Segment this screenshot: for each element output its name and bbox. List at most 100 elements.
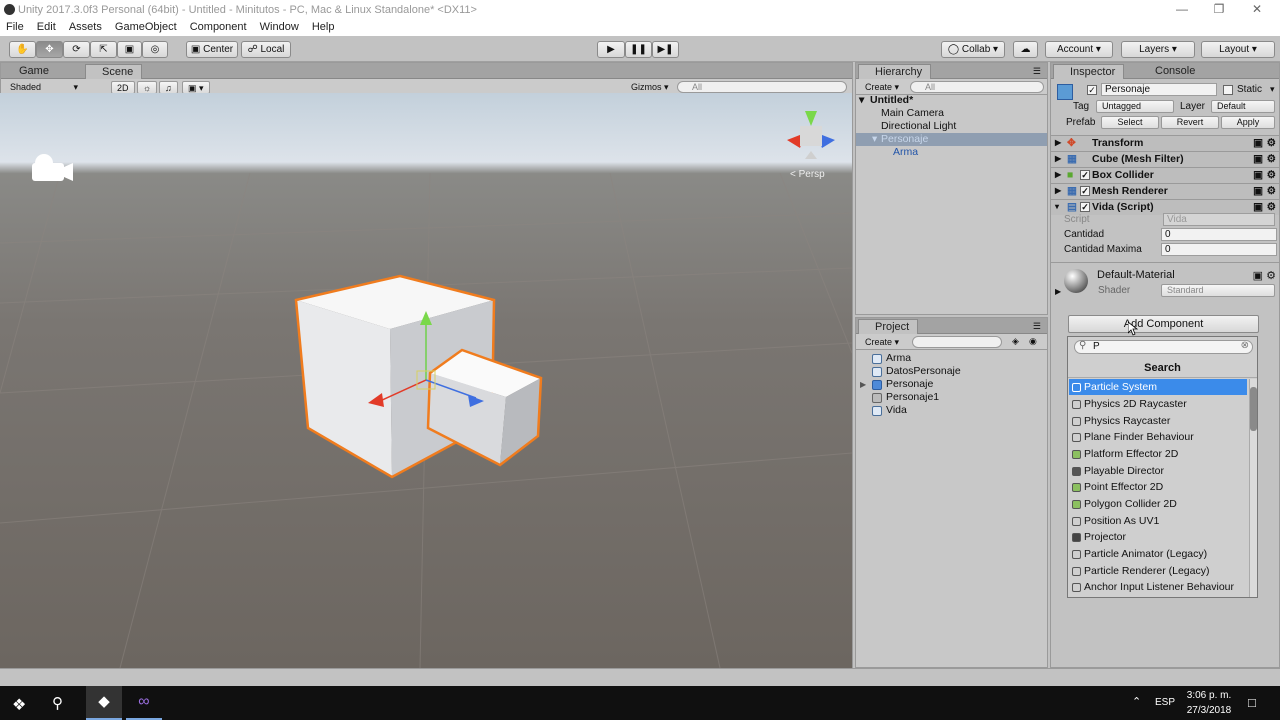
menu-file[interactable]: File [0, 20, 28, 33]
help-icon[interactable]: ▣ [1253, 269, 1263, 282]
rect-tool-icon[interactable]: ▣ [117, 41, 142, 58]
component-mesh-filter[interactable]: ▶ ▦ Cube (Mesh Filter) ▣ ⚙ [1051, 151, 1279, 167]
transform-tool-icon[interactable]: ◎ [142, 41, 168, 58]
tab-hierarchy[interactable]: Hierarchy [858, 64, 932, 79]
tab-project[interactable]: Project [858, 319, 919, 334]
hierarchy-search-input[interactable]: All [910, 81, 1044, 93]
result-particle-renderer-legacy[interactable]: Particle Renderer (Legacy) [1069, 563, 1247, 579]
layer-dropdown[interactable]: Default [1211, 100, 1275, 113]
project-menu-icon[interactable]: ☰ [1033, 321, 1041, 332]
result-particle-animator-legacy[interactable]: Particle Animator (Legacy) [1069, 546, 1247, 562]
component-transform[interactable]: ▶ ✥ Transform ▣ ⚙ [1051, 135, 1279, 151]
notifications-icon[interactable]: □ [1248, 695, 1256, 710]
collab-button[interactable]: ◯ Collab ▾ [941, 41, 1005, 58]
component-enabled-checkbox[interactable]: ✓ [1080, 202, 1090, 212]
rotate-tool-icon[interactable]: ⟳ [63, 41, 90, 58]
project-search-input[interactable] [912, 336, 1002, 348]
scale-tool-icon[interactable]: ⇱ [90, 41, 117, 58]
scene-viewport[interactable]: < Persp [0, 93, 852, 668]
tag-dropdown[interactable]: Untagged [1096, 100, 1174, 113]
filter-type-icon[interactable]: ◈ [1012, 336, 1019, 347]
expand-arrow-icon[interactable]: ▶ [1055, 287, 1061, 296]
tab-console[interactable]: Console [1139, 64, 1203, 79]
scrollbar-thumb[interactable] [1250, 387, 1257, 431]
active-checkbox[interactable]: ✓ [1087, 85, 1097, 95]
hand-tool-icon[interactable]: ✋ [9, 41, 36, 58]
cantidad-field[interactable]: 0 [1161, 228, 1277, 241]
expand-arrow-icon[interactable]: ▾ [872, 133, 877, 146]
menu-component[interactable]: Component [184, 20, 251, 33]
component-box-collider[interactable]: ▶ ■ ✓ Box Collider ▣ ⚙ [1051, 167, 1279, 183]
component-search-input[interactable]: ⚲ P ⊗ [1074, 340, 1253, 354]
cloud-icon[interactable]: ☁ [1013, 41, 1038, 58]
result-position-as-uv1[interactable]: Position As UV1 [1069, 513, 1247, 529]
result-plane-finder-behaviour[interactable]: Plane Finder Behaviour [1069, 429, 1247, 445]
maximize-icon[interactable]: ❐ [1204, 2, 1234, 18]
menu-gameobject[interactable]: GameObject [109, 20, 181, 33]
gear-icon[interactable]: ⚙ [1267, 136, 1276, 150]
gear-icon[interactable]: ⚙ [1266, 269, 1276, 282]
project-item-personaje[interactable]: ▶ Personaje [860, 378, 933, 391]
expand-arrow-icon[interactable]: ▶ [860, 378, 866, 391]
step-button[interactable]: ▶❚ [652, 41, 679, 58]
cantidad-maxima-field[interactable]: 0 [1161, 243, 1277, 256]
help-icon[interactable]: ▣ [1253, 136, 1263, 150]
static-checkbox[interactable] [1223, 85, 1233, 95]
menu-edit[interactable]: Edit [31, 20, 60, 33]
result-physics-raycaster[interactable]: Physics Raycaster [1069, 413, 1247, 429]
scene-search-input[interactable]: All [677, 81, 847, 93]
windows-start-icon[interactable]: ❖ [12, 695, 26, 715]
tab-scene[interactable]: Scene [85, 64, 143, 79]
object-name-field[interactable]: Personaje [1101, 83, 1217, 96]
gear-icon[interactable]: ⚙ [1267, 200, 1276, 214]
play-button[interactable]: ▶ [597, 41, 625, 58]
layout-dropdown[interactable]: Layout ▾ [1201, 41, 1275, 58]
result-platform-effector-2d[interactable]: Platform Effector 2D [1069, 446, 1247, 462]
project-create-dropdown[interactable]: Create ▾ [860, 336, 904, 349]
layers-dropdown[interactable]: Layers ▾ [1121, 41, 1195, 58]
chevron-up-icon[interactable]: ⌃ [1132, 695, 1141, 708]
hierarchy-menu-icon[interactable]: ☰ [1033, 66, 1041, 77]
result-projector[interactable]: Projector [1069, 529, 1247, 545]
component-enabled-checkbox[interactable]: ✓ [1080, 186, 1090, 196]
result-anchor-input-listener-behaviour[interactable]: Anchor Input Listener Behaviour [1069, 579, 1247, 595]
gear-icon[interactable]: ⚙ [1267, 168, 1276, 182]
tab-game[interactable]: Game [3, 64, 57, 79]
gear-icon[interactable]: ⚙ [1267, 184, 1276, 198]
persp-label[interactable]: < Persp [790, 169, 825, 180]
move-tool-icon[interactable]: ✥ [36, 41, 63, 58]
pause-button[interactable]: ❚❚ [625, 41, 652, 58]
result-polygon-collider-2d[interactable]: Polygon Collider 2D [1069, 496, 1247, 512]
result-point-effector-2d[interactable]: Point Effector 2D [1069, 479, 1247, 495]
shader-dropdown[interactable]: Standard [1161, 284, 1275, 297]
hierarchy-item-personaje[interactable]: ▾ Personaje [856, 133, 1047, 146]
add-component-button[interactable]: Add Component [1068, 315, 1259, 333]
hierarchy-create-dropdown[interactable]: Create ▾ [860, 81, 904, 94]
prefab-select-button[interactable]: Select [1101, 116, 1159, 129]
help-icon[interactable]: ▣ [1253, 184, 1263, 198]
menu-window[interactable]: Window [254, 20, 303, 33]
static-dropdown-icon[interactable]: ▾ [1270, 84, 1275, 95]
visual-studio-taskbar-icon[interactable]: ∞ [126, 686, 162, 720]
minimize-icon[interactable]: — [1167, 2, 1197, 18]
expand-arrow-icon[interactable]: ▾ [859, 94, 864, 107]
gear-icon[interactable]: ⚙ [1267, 152, 1276, 166]
clock-time[interactable]: 3:06 p. m. [1185, 690, 1233, 701]
search-icon[interactable]: ⚲ [52, 694, 63, 712]
project-item-vida[interactable]: Vida [872, 404, 907, 417]
prefab-revert-button[interactable]: Revert [1161, 116, 1219, 129]
result-playable-director[interactable]: Playable Director [1069, 463, 1247, 479]
project-item-datospersonaje[interactable]: DatosPersonaje [872, 365, 961, 378]
scene-root-row[interactable]: ▾ Untitled* [856, 94, 1047, 107]
help-icon[interactable]: ▣ [1253, 152, 1263, 166]
pivot-center-button[interactable]: ▣ Center [186, 41, 238, 58]
help-icon[interactable]: ▣ [1253, 200, 1263, 214]
hierarchy-item-arma[interactable]: Arma [856, 146, 1047, 159]
hierarchy-item-main-camera[interactable]: Main Camera [856, 107, 1047, 120]
expand-arrow-icon[interactable]: ▶ [1055, 152, 1061, 166]
space-local-button[interactable]: ☍ Local [241, 41, 291, 58]
menu-help[interactable]: Help [306, 20, 339, 33]
hierarchy-item-directional-light[interactable]: Directional Light [856, 120, 1047, 133]
language-indicator[interactable]: ESP [1155, 697, 1175, 708]
clock-date[interactable]: 27/3/2018 [1185, 705, 1233, 716]
